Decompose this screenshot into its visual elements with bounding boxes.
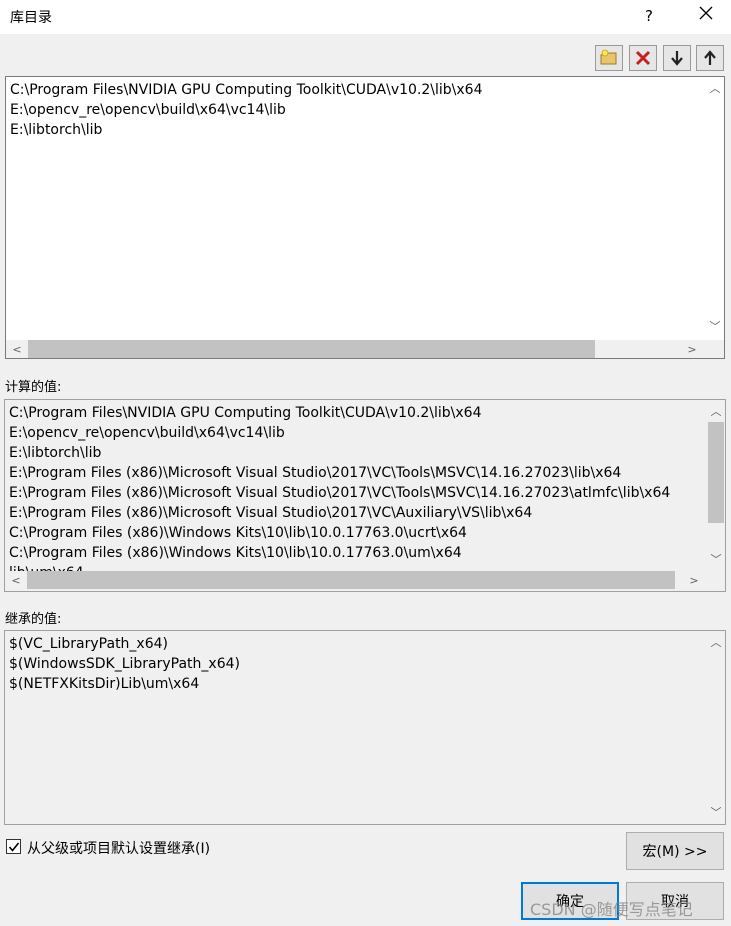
- scroll-down-icon[interactable]: ﹀: [706, 317, 724, 335]
- list-item[interactable]: C:\Program Files\NVIDIA GPU Computing To…: [10, 80, 483, 100]
- list-item: E:\opencv_re\opencv\build\x64\vc14\lib: [9, 425, 285, 441]
- scroll-up-icon[interactable]: ︿: [707, 402, 725, 420]
- horizontal-scroll-thumb[interactable]: [27, 571, 675, 589]
- watermark: CSDN @随便写点笔记: [530, 900, 693, 919]
- list-item: C:\Program Files\NVIDIA GPU Computing To…: [9, 405, 482, 421]
- list-item: E:\libtorch\lib: [9, 445, 102, 461]
- inherited-values-label: 继承的值:: [5, 612, 62, 627]
- scroll-right-icon[interactable]: >: [683, 340, 701, 358]
- computed-values-label: 计算的值:: [5, 380, 62, 395]
- scroll-left-icon[interactable]: <: [7, 571, 25, 589]
- list-item: E:\Program Files (x86)\Microsoft Visual …: [9, 485, 671, 501]
- move-up-icon: [704, 50, 716, 65]
- delete-icon: [635, 50, 651, 66]
- vertical-scrollbar[interactable]: ︿ ﹀: [706, 77, 724, 340]
- move-up-button[interactable]: [696, 45, 724, 71]
- checkmark-icon: [8, 842, 19, 852]
- title-bar: 库目录 ?: [0, 0, 731, 34]
- vertical-scroll-thumb[interactable]: [708, 422, 724, 523]
- macros-button[interactable]: 宏(M) >>: [626, 832, 724, 870]
- delete-line-button[interactable]: [629, 45, 657, 71]
- horizontal-scroll-thumb[interactable]: [28, 340, 595, 358]
- new-line-button[interactable]: [595, 45, 623, 71]
- scroll-left-icon[interactable]: <: [8, 340, 26, 358]
- vertical-scrollbar[interactable]: ︿ ﹀: [707, 400, 725, 570]
- computed-values-list: C:\Program Files\NVIDIA GPU Computing To…: [4, 399, 726, 592]
- list-item: $(NETFXKitsDir)Lib\um\x64: [9, 676, 200, 692]
- list-item[interactable]: E:\libtorch\lib: [10, 120, 102, 140]
- window-title: 库目录: [10, 10, 52, 26]
- horizontal-scrollbar[interactable]: < >: [5, 571, 725, 589]
- vertical-scrollbar[interactable]: ︿ ﹀: [707, 631, 725, 824]
- scroll-down-icon[interactable]: ﹀: [707, 803, 725, 821]
- list-item: $(WindowsSDK_LibraryPath_x64): [9, 656, 240, 672]
- scroll-down-icon[interactable]: ﹀: [707, 550, 725, 568]
- close-icon: [699, 6, 713, 20]
- scroll-up-icon[interactable]: ︿: [707, 633, 725, 651]
- close-button[interactable]: [690, 4, 722, 28]
- inherit-checkbox[interactable]: [6, 839, 21, 854]
- move-down-icon: [671, 51, 683, 66]
- inherited-values-list: $(VC_LibraryPath_x64) $(WindowsSDK_Libra…: [4, 630, 726, 825]
- list-item[interactable]: E:\opencv_re\opencv\build\x64\vc14\lib: [10, 100, 286, 120]
- library-directory-list[interactable]: C:\Program Files\NVIDIA GPU Computing To…: [5, 76, 725, 359]
- new-folder-icon: [600, 49, 617, 65]
- list-item: E:\Program Files (x86)\Microsoft Visual …: [9, 505, 533, 521]
- help-button[interactable]: ?: [634, 4, 664, 28]
- list-item: C:\Program Files (x86)\Windows Kits\10\l…: [9, 525, 467, 541]
- move-down-button[interactable]: [663, 45, 691, 71]
- inherit-checkbox-label[interactable]: 从父级或项目默认设置继承(I): [27, 838, 210, 858]
- scroll-up-icon[interactable]: ︿: [706, 79, 724, 97]
- scroll-right-icon[interactable]: >: [685, 571, 703, 589]
- list-item: $(VC_LibraryPath_x64): [9, 636, 168, 652]
- list-item: C:\Program Files (x86)\Windows Kits\10\l…: [9, 545, 462, 561]
- horizontal-scrollbar[interactable]: < >: [6, 340, 724, 358]
- list-item: E:\Program Files (x86)\Microsoft Visual …: [9, 465, 622, 481]
